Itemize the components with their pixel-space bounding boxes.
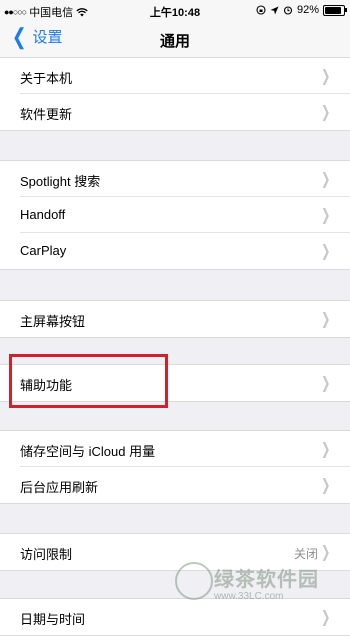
watermark-logo-icon (175, 562, 213, 600)
row-label: CarPlay (20, 243, 67, 258)
chevron-right-icon: ❯ (320, 441, 330, 458)
settings-group-continuity: Spotlight 搜索 ❯ Handoff ❯ CarPlay ❯ (0, 160, 350, 270)
row-background-refresh[interactable]: 后台应用刷新 ❯ (0, 467, 350, 503)
watermark-url: www.33LC.com (214, 591, 284, 602)
chevron-right-icon: ❯ (320, 311, 330, 328)
row-label: 软件更新 (20, 107, 73, 122)
row-carplay[interactable]: CarPlay ❯ (0, 233, 350, 269)
row-label: 关于本机 (20, 71, 73, 86)
chevron-right-icon: ❯ (320, 171, 330, 188)
row-label: Handoff (20, 207, 66, 222)
status-bar: ●●○○○ 中国电信 上午10:48 92% (0, 0, 350, 20)
battery-icon (323, 4, 347, 16)
chevron-right-icon: ❯ (320, 68, 330, 85)
row-software-update[interactable]: 软件更新 ❯ (0, 94, 350, 130)
settings-group-storage: 储存空间与 iCloud 用量 ❯ 后台应用刷新 ❯ (0, 430, 350, 504)
location-icon (270, 6, 279, 14)
highlight-box (9, 354, 168, 408)
chevron-right-icon: ❯ (320, 243, 330, 260)
alarm-icon (283, 6, 293, 15)
row-storage-icloud[interactable]: 储存空间与 iCloud 用量 ❯ (0, 431, 350, 467)
page-title: 通用 (159, 33, 190, 50)
row-spotlight-search[interactable]: Spotlight 搜索 ❯ (0, 161, 350, 197)
row-label: Spotlight 搜索 (20, 174, 101, 189)
chevron-right-icon: ❯ (320, 104, 330, 121)
row-label: 储存空间与 iCloud 用量 (20, 444, 156, 459)
settings-group-home-button: 主屏幕按钮 ❯ (0, 300, 350, 338)
row-label: 访问限制 (20, 547, 73, 562)
settings-group-about: 关于本机 ❯ 软件更新 ❯ (0, 57, 350, 131)
chevron-right-icon: ❯ (320, 477, 330, 494)
rotation-lock-icon (256, 5, 266, 15)
row-about-device[interactable]: 关于本机 ❯ (0, 58, 350, 94)
row-handoff[interactable]: Handoff ❯ (0, 197, 350, 233)
row-label: 主屏幕按钮 (20, 314, 86, 329)
chevron-right-icon: ❯ (320, 544, 330, 561)
watermark: 绿茶软件园 www.33LC.com (170, 560, 350, 619)
chevron-right-icon: ❯ (320, 207, 330, 224)
row-home-button[interactable]: 主屏幕按钮 ❯ (0, 301, 350, 337)
battery-percent: 92% (296, 4, 319, 16)
navigation-bar: ❮ 设置 通用 (0, 20, 350, 58)
status-right: 92% (256, 4, 347, 16)
watermark-text: 绿茶软件园 (214, 569, 319, 591)
chevron-right-icon: ❯ (320, 375, 330, 392)
row-label: 后台应用刷新 (20, 480, 99, 495)
